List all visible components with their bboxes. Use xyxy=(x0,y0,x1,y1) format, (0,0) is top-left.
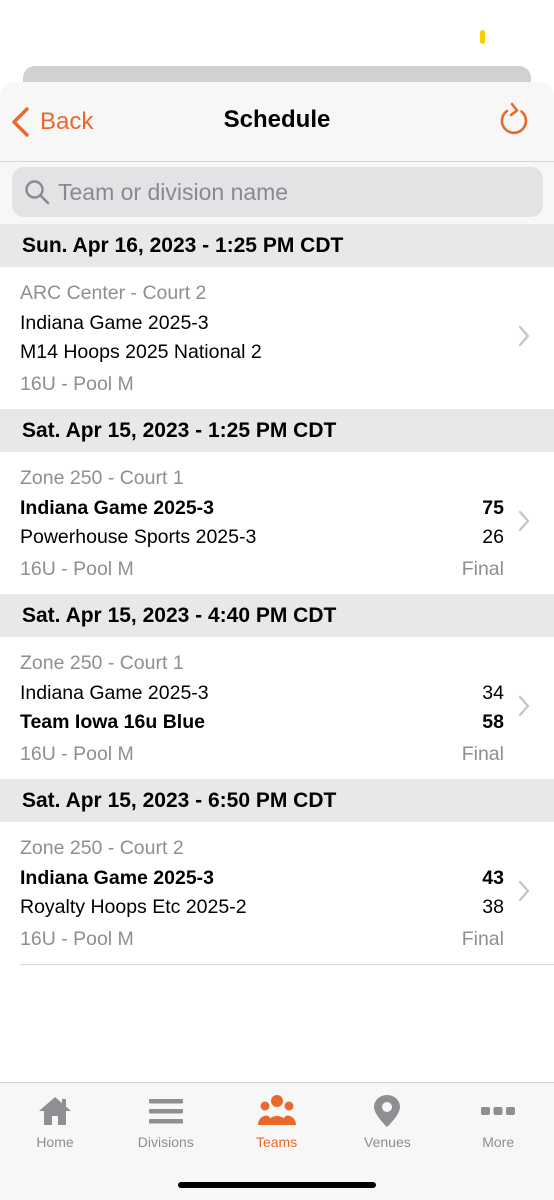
page-title: Schedule xyxy=(223,106,331,133)
team2-score: 38 xyxy=(482,896,504,918)
team1-name: Indiana Game 2025-3 xyxy=(20,312,209,334)
team1-name: Indiana Game 2025-3 xyxy=(20,682,209,704)
game-pool: 16U - Pool M xyxy=(20,558,134,580)
game-row[interactable]: Zone 250 - Court 1 Indiana Game 2025-3 P… xyxy=(0,452,554,594)
team2-score: 26 xyxy=(482,526,504,548)
navigation-bar: Back Schedule xyxy=(0,82,554,162)
tab-divisions[interactable]: Divisions xyxy=(111,1093,221,1150)
tab-label: Divisions xyxy=(137,1134,194,1150)
refresh-icon[interactable] xyxy=(498,102,530,138)
game-status: Final xyxy=(461,743,504,765)
tab-teams[interactable]: Teams xyxy=(222,1093,332,1150)
map-pin-icon xyxy=(374,1095,401,1127)
game-status: Final xyxy=(461,928,504,950)
game-venue: Zone 250 - Court 2 xyxy=(20,837,184,859)
tab-label: Teams xyxy=(255,1134,298,1150)
home-indicator xyxy=(178,1182,376,1188)
section-header-date: Sat. Apr 15, 2023 - 4:40 PM CDT xyxy=(0,594,554,637)
house-icon xyxy=(39,1097,71,1125)
section-header-date: Sat. Apr 15, 2023 - 6:50 PM CDT xyxy=(0,779,554,822)
search-field[interactable] xyxy=(12,167,543,217)
team2-name: Royalty Hoops Etc 2025-2 xyxy=(20,896,247,918)
chevron-right-icon xyxy=(518,510,530,532)
tab-label: Home xyxy=(36,1134,74,1150)
tab-label: More xyxy=(482,1134,515,1150)
team1-score: 34 xyxy=(482,682,504,704)
search-input[interactable] xyxy=(58,178,538,206)
schedule-list: Sun. Apr 16, 2023 - 1:25 PM CDT ARC Cent… xyxy=(0,224,554,965)
game-venue: Zone 250 - Court 1 xyxy=(20,652,184,674)
search-bar-container xyxy=(0,162,554,224)
team1-name: Indiana Game 2025-3 xyxy=(20,867,215,889)
team1-score: 43 xyxy=(482,867,504,889)
team2-name: M14 Hoops 2025 National 2 xyxy=(20,341,262,363)
game-pool: 16U - Pool M xyxy=(20,373,134,395)
game-row[interactable]: Zone 250 - Court 2 Indiana Game 2025-3 R… xyxy=(0,822,554,964)
team2-name: Team Iowa 16u Blue xyxy=(20,711,205,733)
list-divider xyxy=(20,964,554,965)
chevron-right-icon xyxy=(518,325,530,347)
game-pool: 16U - Pool M xyxy=(20,928,134,950)
game-venue: ARC Center - Court 2 xyxy=(20,282,207,304)
chevron-right-icon xyxy=(518,880,530,902)
tab-home[interactable]: Home xyxy=(0,1093,110,1150)
section-header-date: Sat. Apr 15, 2023 - 1:25 PM CDT xyxy=(0,409,554,452)
status-indicator xyxy=(480,30,485,44)
tab-venues[interactable]: Venues xyxy=(332,1093,442,1150)
section-header-date: Sun. Apr 16, 2023 - 1:25 PM CDT xyxy=(0,224,554,267)
game-venue: Zone 250 - Court 1 xyxy=(20,467,184,489)
list-icon xyxy=(148,1099,183,1124)
people-icon xyxy=(257,1095,296,1125)
team1-score: 75 xyxy=(482,497,504,519)
chevron-right-icon xyxy=(518,695,530,717)
game-pool: 16U - Pool M xyxy=(20,743,134,765)
game-status: Final xyxy=(461,558,504,580)
search-icon xyxy=(25,180,50,205)
game-row[interactable]: Zone 250 - Court 1 Indiana Game 2025-3 T… xyxy=(0,637,554,779)
tab-more[interactable]: More xyxy=(443,1093,553,1150)
team2-score: 58 xyxy=(482,711,504,733)
team2-name: Powerhouse Sports 2025-3 xyxy=(20,526,257,548)
ellipsis-icon xyxy=(481,1107,516,1115)
game-row[interactable]: ARC Center - Court 2 Indiana Game 2025-3… xyxy=(0,267,554,409)
team1-name: Indiana Game 2025-3 xyxy=(20,497,215,519)
tab-label: Venues xyxy=(364,1134,411,1150)
